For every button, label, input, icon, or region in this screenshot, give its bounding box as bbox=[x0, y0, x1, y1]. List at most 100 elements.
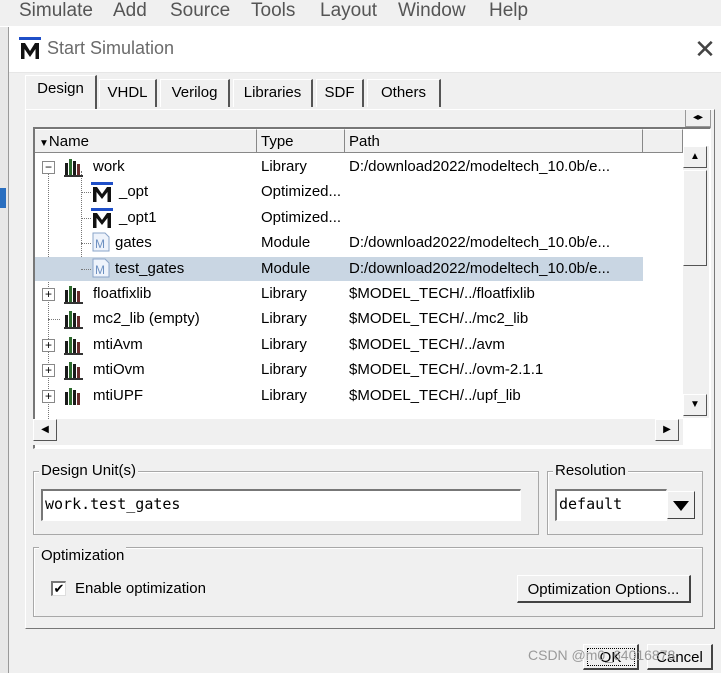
library-icon bbox=[65, 388, 80, 405]
dialog-titlebar: Start Simulation ✕ bbox=[9, 27, 721, 73]
row-type: Library bbox=[261, 336, 307, 353]
scroll-left-icon[interactable]: ◀ bbox=[33, 419, 57, 441]
row-type: Library bbox=[261, 285, 307, 302]
tree-line bbox=[81, 218, 91, 219]
chevron-down-icon bbox=[673, 501, 689, 511]
column-header-type[interactable]: Type bbox=[257, 129, 345, 153]
optimized-design-icon bbox=[91, 208, 113, 228]
list-item[interactable]: _opt Optimized... bbox=[35, 180, 685, 205]
list-item[interactable]: mc2_lib (empty) Library $MODEL_TECH/../m… bbox=[35, 307, 685, 332]
row-name: mc2_lib (empty) bbox=[93, 310, 200, 327]
module-icon: M bbox=[92, 232, 110, 252]
design-unit-input[interactable]: work.test_gates bbox=[41, 489, 521, 521]
expand-icon[interactable]: + bbox=[42, 288, 55, 301]
optimization-label: Optimization bbox=[39, 547, 127, 564]
row-name: _opt bbox=[119, 183, 149, 200]
row-name: mtiAvm bbox=[93, 336, 143, 353]
tab-vhdl[interactable]: VHDL bbox=[99, 79, 157, 107]
design-unit-label: Design Unit(s) bbox=[39, 462, 139, 479]
start-simulation-dialog: Start Simulation ✕ Design VHDL Verilog L… bbox=[8, 27, 721, 673]
row-name: mtiOvm bbox=[93, 361, 145, 378]
row-type: Library bbox=[261, 158, 307, 175]
svg-text:M: M bbox=[95, 237, 105, 251]
tree-line bbox=[81, 192, 91, 193]
background-window-edge bbox=[0, 27, 8, 673]
tab-others[interactable]: Others bbox=[367, 79, 441, 107]
tab-design[interactable]: Design bbox=[25, 75, 97, 109]
dialog-title: Start Simulation bbox=[47, 38, 175, 58]
row-type: Module bbox=[261, 234, 311, 251]
menu-tools[interactable]: Tools bbox=[251, 0, 295, 22]
scroll-right-icon[interactable]: ▶ bbox=[655, 419, 679, 441]
row-name: test_gates bbox=[115, 260, 185, 277]
enable-optimization-label[interactable]: Enable optimization bbox=[75, 580, 206, 597]
vertical-scrollbar[interactable]: ▲ ▼ bbox=[683, 146, 709, 418]
tree-line bbox=[81, 269, 91, 270]
row-name: gates bbox=[115, 234, 152, 251]
tab-verilog[interactable]: Verilog bbox=[160, 79, 230, 107]
expand-icon[interactable]: + bbox=[42, 339, 55, 352]
tab-libraries[interactable]: Libraries bbox=[233, 79, 313, 107]
list-item[interactable]: + mtiAvm Library $MODEL_TECH/../avm bbox=[35, 333, 685, 358]
library-tree-list[interactable]: ▼Name Type Path − work Library D:/downlo… bbox=[33, 127, 711, 449]
collapse-icon[interactable]: − bbox=[42, 161, 55, 174]
resolution-label: Resolution bbox=[553, 462, 628, 479]
row-name: work bbox=[93, 158, 125, 175]
library-icon bbox=[64, 362, 83, 380]
column-header-filler bbox=[643, 129, 683, 153]
library-icon bbox=[64, 286, 83, 304]
row-type: Library bbox=[261, 387, 307, 404]
resolution-select[interactable]: default bbox=[555, 489, 667, 521]
csdn-watermark: CSDN @m0_64016878 bbox=[528, 647, 676, 663]
row-name: _opt1 bbox=[119, 209, 157, 226]
expand-icon[interactable]: + bbox=[42, 390, 55, 403]
resolution-dropdown-button[interactable] bbox=[667, 491, 695, 519]
menu-add[interactable]: Add bbox=[113, 0, 147, 22]
sort-arrow-icon: ▼ bbox=[39, 138, 49, 149]
background-window-tab bbox=[0, 188, 6, 208]
tree-line bbox=[81, 243, 91, 244]
library-icon bbox=[64, 337, 83, 355]
menu-help[interactable]: Help bbox=[489, 0, 528, 22]
menu-simulate[interactable]: Simulate bbox=[19, 0, 93, 22]
optimization-options-button[interactable]: Optimization Options... bbox=[517, 575, 691, 603]
close-icon[interactable]: ✕ bbox=[693, 36, 717, 62]
row-type: Module bbox=[261, 260, 311, 277]
library-icon bbox=[64, 159, 83, 177]
column-header-path[interactable]: Path bbox=[345, 129, 643, 153]
column-header-name[interactable]: ▼Name bbox=[35, 129, 257, 153]
row-name: mtiUPF bbox=[93, 387, 143, 404]
tab-sdf[interactable]: SDF bbox=[316, 79, 364, 107]
tree-line bbox=[48, 319, 60, 320]
list-item[interactable]: + floatfixlib Library $MODEL_TECH/../flo… bbox=[35, 282, 685, 307]
menu-window[interactable]: Window bbox=[398, 0, 466, 22]
list-item[interactable]: − work Library D:/download2022/modeltech… bbox=[35, 155, 685, 180]
library-icon bbox=[64, 311, 83, 329]
row-type: Optimized... bbox=[261, 183, 342, 200]
list-item[interactable]: + mtiUPF Library $MODEL_TECH/../upf_lib bbox=[35, 384, 685, 409]
scroll-down-icon[interactable]: ▼ bbox=[683, 394, 707, 416]
checkmark-icon: ✔ bbox=[53, 581, 65, 596]
list-item-selected[interactable]: M test_gates Module D:/download2022/mode… bbox=[35, 257, 685, 282]
menu-source[interactable]: Source bbox=[170, 0, 230, 22]
scroll-up-icon[interactable]: ▲ bbox=[683, 146, 707, 168]
list-item[interactable]: M gates Module D:/download2022/modeltech… bbox=[35, 231, 685, 256]
row-path: D:/download2022/modeltech_10.0b/e... bbox=[349, 158, 611, 175]
expand-icon[interactable]: + bbox=[42, 364, 55, 377]
app-menubar: Simulate Add Source Tools Layout Window … bbox=[0, 0, 721, 26]
row-name: floatfixlib bbox=[93, 285, 152, 302]
row-path: D:/download2022/modeltech_10.0b/e... bbox=[349, 234, 611, 251]
svg-text:M: M bbox=[95, 263, 105, 277]
row-path: $MODEL_TECH/../floatfixlib bbox=[349, 285, 535, 302]
row-path: $MODEL_TECH/../avm bbox=[349, 336, 505, 353]
menu-layout[interactable]: Layout bbox=[320, 0, 377, 22]
list-item[interactable]: _opt1 Optimized... bbox=[35, 206, 685, 231]
vertical-scroll-thumb[interactable] bbox=[683, 170, 707, 266]
row-path: $MODEL_TECH/../mc2_lib bbox=[349, 310, 529, 327]
horizontal-scrollbar[interactable]: ◀ ▶ bbox=[33, 419, 683, 445]
enable-optimization-checkbox[interactable]: ✔ bbox=[51, 581, 66, 596]
row-type: Library bbox=[261, 310, 307, 327]
row-path: D:/download2022/modeltech_10.0b/e... bbox=[349, 260, 611, 277]
list-item[interactable]: + mtiOvm Library $MODEL_TECH/../ovm-2.1.… bbox=[35, 358, 685, 383]
row-type: Library bbox=[261, 361, 307, 378]
